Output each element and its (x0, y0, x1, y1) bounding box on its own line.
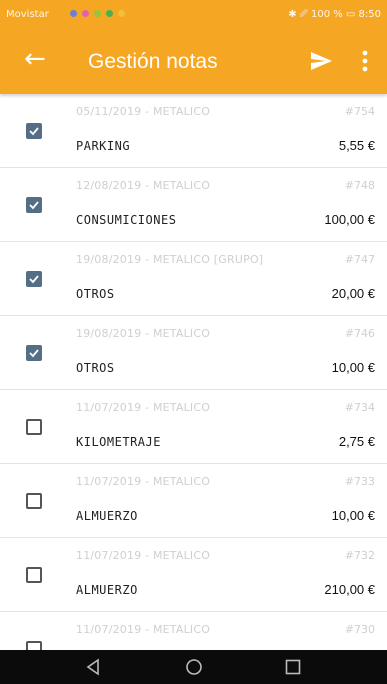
page-title: Gestión notas (88, 50, 218, 73)
meta-separator: - (141, 549, 153, 562)
note-concept: OTROS (76, 287, 115, 301)
note-concept: PARKING (76, 139, 131, 153)
note-date: 19/08/2019 (76, 327, 142, 340)
note-concept: ALMUERZO (76, 583, 138, 597)
note-meta: 11/07/2019 - METALICO (76, 623, 210, 636)
nav-home-icon[interactable] (185, 658, 203, 676)
note-meta: 11/07/2019 - METALICO (76, 475, 210, 488)
note-meta: 05/11/2019 - METALICO (76, 105, 210, 118)
note-payment-method: METALICO [GRUPO] (152, 253, 264, 266)
note-date: 11/07/2019 (76, 549, 142, 562)
note-ref: #730 (344, 623, 375, 636)
status-bar: Movistar ✱ ␥ 100 % ▭ 8:50 (0, 0, 387, 30)
carrier-name: Movistar (6, 9, 49, 20)
note-concept: KILOMETRAJE (76, 435, 161, 449)
nav-back-icon[interactable] (84, 658, 102, 676)
checkbox-checked[interactable] (26, 271, 42, 287)
check-icon (29, 127, 39, 136)
note-amount: 10,00 € (331, 360, 375, 375)
list-item[interactable]: 11/07/2019 - METALICO #733 ALMUERZO 10,00 € (0, 464, 387, 538)
note-payment-method: METALICO (152, 105, 211, 118)
note-amount: 20,00 € (331, 286, 375, 301)
meta-separator: - (141, 401, 153, 414)
note-ref: #748 (344, 179, 375, 192)
checkbox-checked[interactable] (26, 197, 42, 213)
list-item[interactable]: 11/07/2019 - METALICO#730BILLETES15,00 € (0, 612, 387, 650)
app-bar: ← Gestión notas (0, 30, 387, 94)
checkbox-checked[interactable] (26, 345, 42, 361)
note-meta: 11/07/2019 - METALICO (76, 401, 210, 414)
notification-icon (118, 10, 125, 17)
list-item[interactable]: 19/08/2019 - METALICO #746 OTROS 10,00 € (0, 316, 387, 390)
checkbox-unchecked[interactable] (26, 419, 42, 435)
note-date: 11/07/2019 (76, 623, 142, 636)
note-date: 11/07/2019 (76, 401, 142, 414)
check-icon (29, 349, 39, 358)
note-date: 05/11/2019 (76, 105, 142, 118)
notification-icons (70, 10, 125, 17)
meta-separator: - (141, 623, 153, 636)
notes-list[interactable]: 05/11/2019 - METALICO #754 PARKING 5,55 € 12… (0, 94, 387, 650)
note-ref: #734 (344, 401, 375, 414)
note-meta: 19/08/2019 - METALICO (76, 327, 210, 340)
list-item[interactable]: 11/07/2019 - METALICO #734 KILOMETRAJE 2,75… (0, 390, 387, 464)
status-indicators: ✱ ␥ 100 % ▭ 8:50 (288, 9, 381, 20)
meta-separator: - (141, 179, 153, 192)
android-nav-bar (0, 650, 387, 684)
note-ref: #733 (344, 475, 375, 488)
arrow-left-icon[interactable]: ← (24, 44, 46, 74)
meta-separator: - (141, 105, 153, 118)
note-amount: 10,00 € (331, 508, 375, 523)
note-payment-method: METALICO (152, 401, 211, 414)
note-concept: ALMUERZO (76, 509, 138, 523)
note-ref: #732 (344, 549, 375, 562)
note-concept: CONSUMICIONES (76, 213, 177, 227)
list-item[interactable]: 19/08/2019 - METALICO [GRUPO] #747 OTROS 20… (0, 242, 387, 316)
note-payment-method: METALICO (152, 327, 211, 340)
note-date: 12/08/2019 (76, 179, 142, 192)
note-ref: #746 (344, 327, 375, 340)
checkbox-unchecked[interactable] (26, 567, 42, 583)
note-amount: 210,00 € (324, 582, 375, 597)
note-date: 19/08/2019 (76, 253, 142, 266)
send-icon[interactable] (308, 49, 334, 73)
list-item[interactable]: 05/11/2019 - METALICO #754 PARKING 5,55 € (0, 94, 387, 168)
note-payment-method: METALICO (152, 179, 211, 192)
note-meta: 19/08/2019 - METALICO [GRUPO] (76, 253, 263, 266)
check-icon (29, 201, 39, 210)
notification-icon (94, 10, 101, 17)
note-payment-method: METALICO (152, 475, 211, 488)
checkbox-checked[interactable] (26, 123, 42, 139)
list-item[interactable]: 11/07/2019 - METALICO #732 ALMUERZO 210,00 … (0, 538, 387, 612)
nav-recents-icon[interactable] (284, 658, 302, 676)
note-ref: #754 (344, 105, 375, 118)
checkbox-unchecked[interactable] (26, 641, 42, 650)
note-date: 11/07/2019 (76, 475, 142, 488)
note-ref: #747 (344, 253, 375, 266)
meta-separator: - (141, 253, 153, 266)
note-payment-method: METALICO (152, 549, 211, 562)
checkbox-unchecked[interactable] (26, 493, 42, 509)
more-vert-icon[interactable] (362, 50, 368, 72)
note-meta: 12/08/2019 - METALICO (76, 179, 210, 192)
note-amount: 2,75 € (338, 434, 375, 449)
meta-separator: - (141, 475, 153, 488)
notification-icon (106, 10, 113, 17)
meta-separator: - (141, 327, 153, 340)
note-meta: 11/07/2019 - METALICO (76, 549, 210, 562)
note-amount: 100,00 € (324, 212, 375, 227)
list-item[interactable]: 12/08/2019 - METALICO #748 CONSUMICIONES 10… (0, 168, 387, 242)
note-amount: 5,55 € (338, 138, 375, 153)
notification-icon (70, 10, 77, 17)
note-concept: OTROS (76, 361, 115, 375)
note-payment-method: METALICO (152, 623, 211, 636)
check-icon (29, 275, 39, 284)
notification-icon (82, 10, 89, 17)
